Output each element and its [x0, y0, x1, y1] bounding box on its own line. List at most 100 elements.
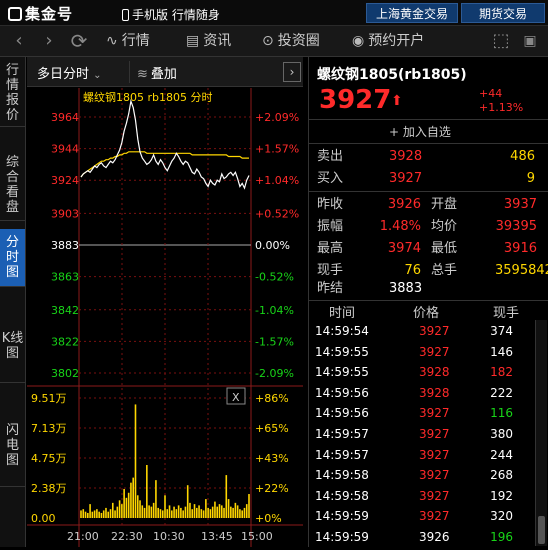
pct-tick-label: +1.04%: [255, 174, 299, 187]
tab-timeshare[interactable]: 分时图: [0, 229, 25, 287]
pct-tick-label: +1.57%: [255, 143, 299, 156]
tick-time: 14:59:56: [315, 385, 369, 400]
nav-quotes[interactable]: ∿ 行情: [106, 30, 150, 52]
chart-title: 螺纹钢1805 rb1805 分时: [83, 90, 213, 104]
tick-price: 3927: [419, 324, 450, 338]
top-bar: 集金号 手机版 行情随身 上海黄金交易 期货交易: [0, 0, 548, 26]
time-tick-label: 21:00: [67, 530, 99, 543]
scrollbar-thumb[interactable]: [538, 516, 545, 544]
chevron-right-icon[interactable]: ›: [283, 62, 301, 82]
futures-trade-link[interactable]: 期货交易: [461, 3, 545, 23]
mobile-version-link[interactable]: 手机版 行情随身: [122, 6, 220, 23]
stat-label: 振幅: [317, 219, 344, 234]
tick-volume: 268: [490, 468, 513, 483]
slogan-label: 行情随身: [171, 8, 220, 22]
last-price: 3927: [319, 85, 392, 115]
price-tick-label: 3822: [51, 335, 79, 348]
price-change-pct: +1.13%: [479, 101, 524, 114]
bid-volume: 9: [526, 171, 535, 186]
tick-row: 14:59:56 3928 222: [309, 383, 535, 403]
logo-text: 集金号: [25, 5, 74, 23]
app-logo[interactable]: 集金号: [8, 3, 73, 24]
ask-volume: 486: [510, 149, 535, 164]
mobile-label: 手机版: [132, 8, 169, 22]
layers-icon: ≋: [137, 67, 148, 82]
price-tick-label: 3883: [51, 239, 79, 252]
prev-settle-value: 3883: [389, 281, 423, 296]
timeshare-chart[interactable]: 螺纹钢1805 rb1805 分时 3964 +2.09% 3944 +1.57% 392…: [27, 88, 303, 547]
ask-label: 卖出: [317, 149, 344, 164]
sidebar: 行情报价 综合看盘 分时图 K线图 闪电图: [0, 57, 26, 547]
price-tick-label: 3863: [51, 271, 79, 284]
nav-news[interactable]: ▤ 资讯: [186, 30, 231, 52]
tick-time: 14:59:59: [315, 530, 369, 544]
period-select[interactable]: 多日分时 ⌄: [37, 63, 102, 82]
time-tick-label: 15:00: [241, 530, 273, 543]
tick-price: 3927: [419, 427, 450, 441]
nav-quotes-label: 行情: [121, 33, 150, 49]
tick-time: 14:59:58: [315, 468, 369, 483]
tick-time: 14:59:57: [315, 447, 369, 462]
tick-price: 3928: [419, 365, 450, 380]
tick-time: 14:59:55: [315, 365, 369, 380]
col-header-price: 价格: [413, 306, 440, 321]
appointment-icon: ◉: [352, 33, 365, 49]
tab-kline[interactable]: K线图: [0, 325, 25, 383]
stat-value: 3926: [387, 197, 421, 212]
volume-tick-label: 9.51万: [31, 392, 67, 405]
logo-icon: [8, 7, 22, 21]
expand-icon[interactable]: ⬚: [488, 28, 514, 54]
col-header-volume: 现手: [493, 306, 520, 321]
divider: [309, 300, 548, 301]
chart-icon: ∿: [106, 33, 118, 49]
nav-open-account[interactable]: ◉ 预约开户: [352, 30, 424, 52]
overlay-label: 叠加: [150, 67, 177, 82]
stat-label: 总手: [431, 263, 458, 278]
price-tick-label: 3842: [51, 304, 79, 317]
close-panel-icon[interactable]: ▣: [517, 28, 543, 54]
tick-row: 14:59:58 3927 268: [309, 465, 535, 485]
tick-price: 3928: [419, 385, 450, 400]
tick-price: 3926: [419, 530, 450, 544]
add-favorite-button[interactable]: + 加入自选: [389, 123, 451, 140]
volume-pct-label: +22%: [255, 482, 289, 495]
tick-row: 14:59:57 3927 244: [309, 445, 535, 465]
forward-button[interactable]: ›: [36, 28, 62, 54]
nav-invest-circle[interactable]: ⊙ 投资圈: [262, 30, 320, 52]
tab-overview[interactable]: 综合看盘: [0, 149, 25, 221]
stat-value: 3974: [387, 241, 421, 256]
stat-label: 均价: [431, 219, 458, 234]
pct-tick-label: +2.09%: [255, 111, 299, 124]
tick-time: 14:59:58: [315, 488, 369, 503]
stat-value: 3595842: [495, 263, 548, 278]
tick-time: 14:59:54: [315, 324, 369, 338]
tab-quote-list[interactable]: 行情报价: [0, 57, 25, 127]
volume-pct-label: +0%: [255, 512, 282, 525]
tick-volume: 192: [490, 488, 513, 503]
tick-volume: 182: [490, 365, 513, 380]
chart-svg[interactable]: 螺纹钢1805 rb1805 分时 3964 +2.09% 3944 +1.57% 392…: [27, 88, 303, 547]
tick-volume: 116: [490, 406, 513, 421]
tick-price: 3927: [419, 406, 450, 421]
nav-invest-label: 投资圈: [277, 33, 320, 49]
tick-volume: 320: [490, 509, 513, 524]
period-label: 多日分时: [37, 67, 90, 82]
close-icon: X: [232, 391, 240, 404]
stat-value: 39395: [495, 219, 537, 234]
volume-pct-label: +65%: [255, 422, 289, 435]
tick-volume: 146: [490, 344, 513, 359]
tab-flash[interactable]: 闪电图: [0, 417, 25, 487]
back-button[interactable]: ‹: [6, 28, 32, 54]
ask-price: 3928: [389, 149, 423, 164]
sge-trade-link[interactable]: 上海黄金交易: [366, 3, 458, 23]
stat-label: 开盘: [431, 197, 458, 212]
refresh-button[interactable]: ⟳: [66, 28, 92, 54]
tick-list-scrollbar[interactable]: [535, 320, 547, 546]
tick-price: 3927: [419, 488, 450, 503]
chevron-down-icon: ⌄: [93, 70, 102, 81]
divider: [309, 191, 548, 192]
tick-time: 14:59:59: [315, 509, 369, 524]
tick-row: 14:59:56 3927 116: [309, 403, 535, 423]
divider: [309, 119, 548, 120]
overlay-button[interactable]: ≋ 叠加: [137, 63, 177, 82]
